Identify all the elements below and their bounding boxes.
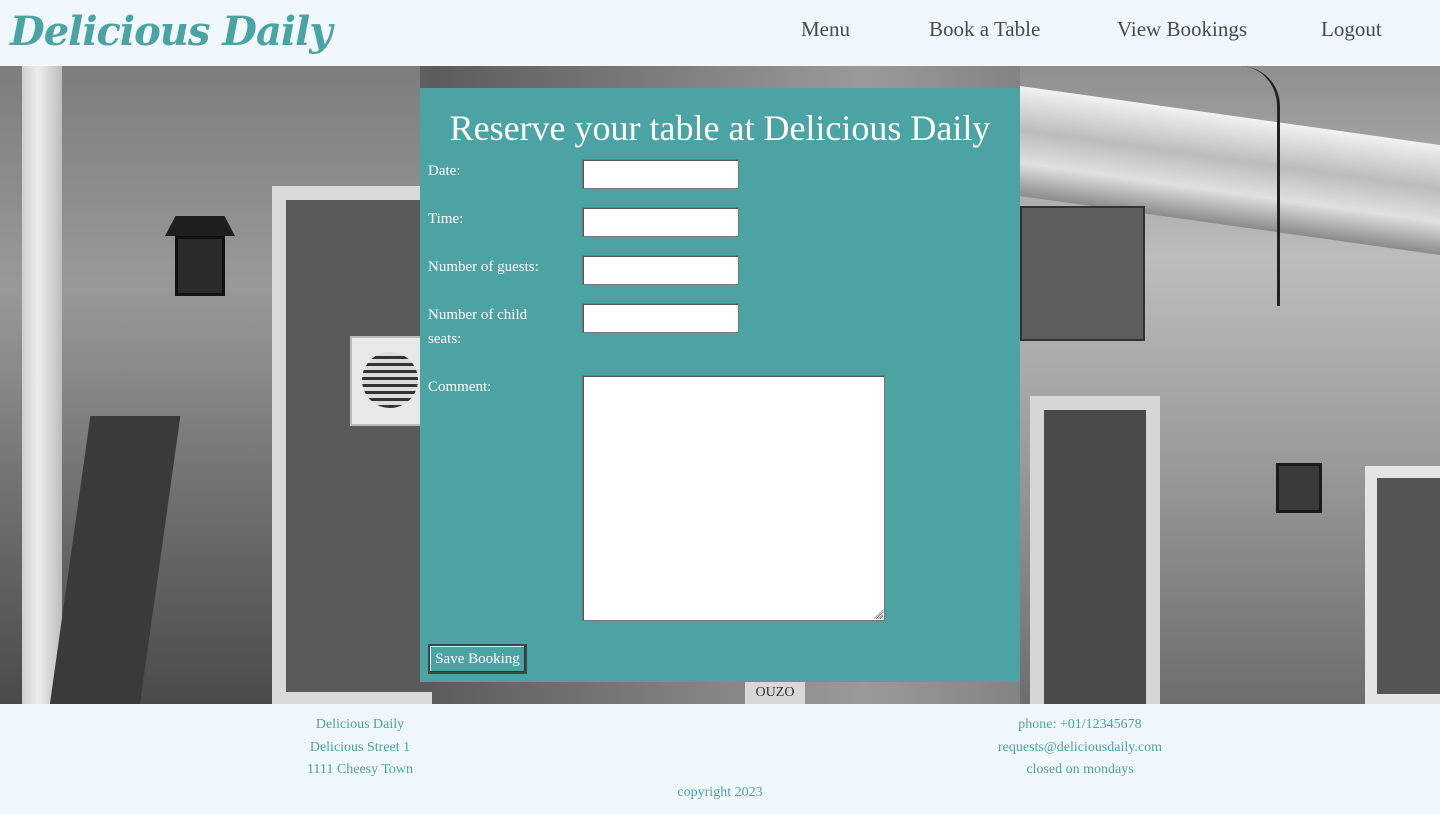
hero-door-left bbox=[272, 186, 432, 704]
child-seats-input[interactable] bbox=[582, 303, 739, 333]
lantern-cap bbox=[165, 216, 235, 236]
nav-link-menu[interactable]: Menu bbox=[801, 15, 850, 43]
guests-label: Number of guests: bbox=[428, 259, 539, 275]
lantern-glass bbox=[175, 236, 225, 296]
brand-logo[interactable]: Delicious Daily bbox=[10, 4, 333, 60]
time-label: Time: bbox=[428, 211, 464, 227]
footer-city: 1111 Cheesy Town bbox=[306, 762, 414, 777]
comment-textarea[interactable] bbox=[582, 375, 885, 621]
hero-lantern-left bbox=[165, 216, 235, 316]
guests-input[interactable] bbox=[582, 255, 739, 285]
footer-street: Delicious Street 1 bbox=[309, 739, 411, 755]
hero-door-right bbox=[1030, 396, 1160, 704]
hero-vent-fan bbox=[350, 336, 430, 426]
hero-window-right bbox=[1365, 466, 1440, 704]
save-booking-button[interactable]: Save Booking bbox=[428, 644, 527, 674]
footer-copyright: copyright 2023 bbox=[677, 785, 763, 800]
nav-link-book-a-table[interactable]: Book a Table bbox=[929, 15, 1040, 43]
resize-grip-icon[interactable] bbox=[874, 610, 883, 619]
footer-restaurant-name: Delicious Daily bbox=[315, 717, 405, 732]
hero-lantern-right bbox=[1268, 451, 1328, 531]
site-header: Delicious Daily Menu Book a Table View B… bbox=[0, 0, 1440, 66]
form-title: Reserve your table at Delicious Daily bbox=[449, 108, 991, 148]
footer-contact: phone: +01/12345678 requests@deliciousda… bbox=[930, 714, 1230, 782]
footer-hours: closed on mondays bbox=[1026, 762, 1134, 777]
lantern-glass bbox=[1276, 463, 1322, 513]
hero-ouzo-sign: OUZO bbox=[745, 681, 805, 704]
date-input[interactable] bbox=[582, 159, 739, 189]
hero-cable bbox=[1240, 66, 1280, 306]
nav-link-view-bookings[interactable]: View Bookings bbox=[1117, 15, 1247, 43]
date-label: Date: bbox=[428, 163, 461, 179]
hero-pipe bbox=[22, 66, 62, 704]
footer-phone: phone: +01/12345678 bbox=[1018, 717, 1142, 732]
comment-label: Comment: bbox=[428, 379, 492, 395]
footer-address: Delicious Daily Delicious Street 1 1111 … bbox=[210, 714, 510, 782]
child-seats-label: Number of child seats: bbox=[428, 307, 528, 347]
nav-link-logout[interactable]: Logout bbox=[1321, 15, 1382, 43]
hero-old-sign bbox=[1020, 206, 1145, 341]
site-footer: Delicious Daily Delicious Street 1 1111 … bbox=[0, 704, 1440, 814]
time-input[interactable] bbox=[582, 207, 739, 237]
footer-email: requests@deliciousdaily.com bbox=[997, 739, 1162, 755]
booking-form-panel: Reserve your table at Delicious Daily Da… bbox=[420, 88, 1020, 682]
